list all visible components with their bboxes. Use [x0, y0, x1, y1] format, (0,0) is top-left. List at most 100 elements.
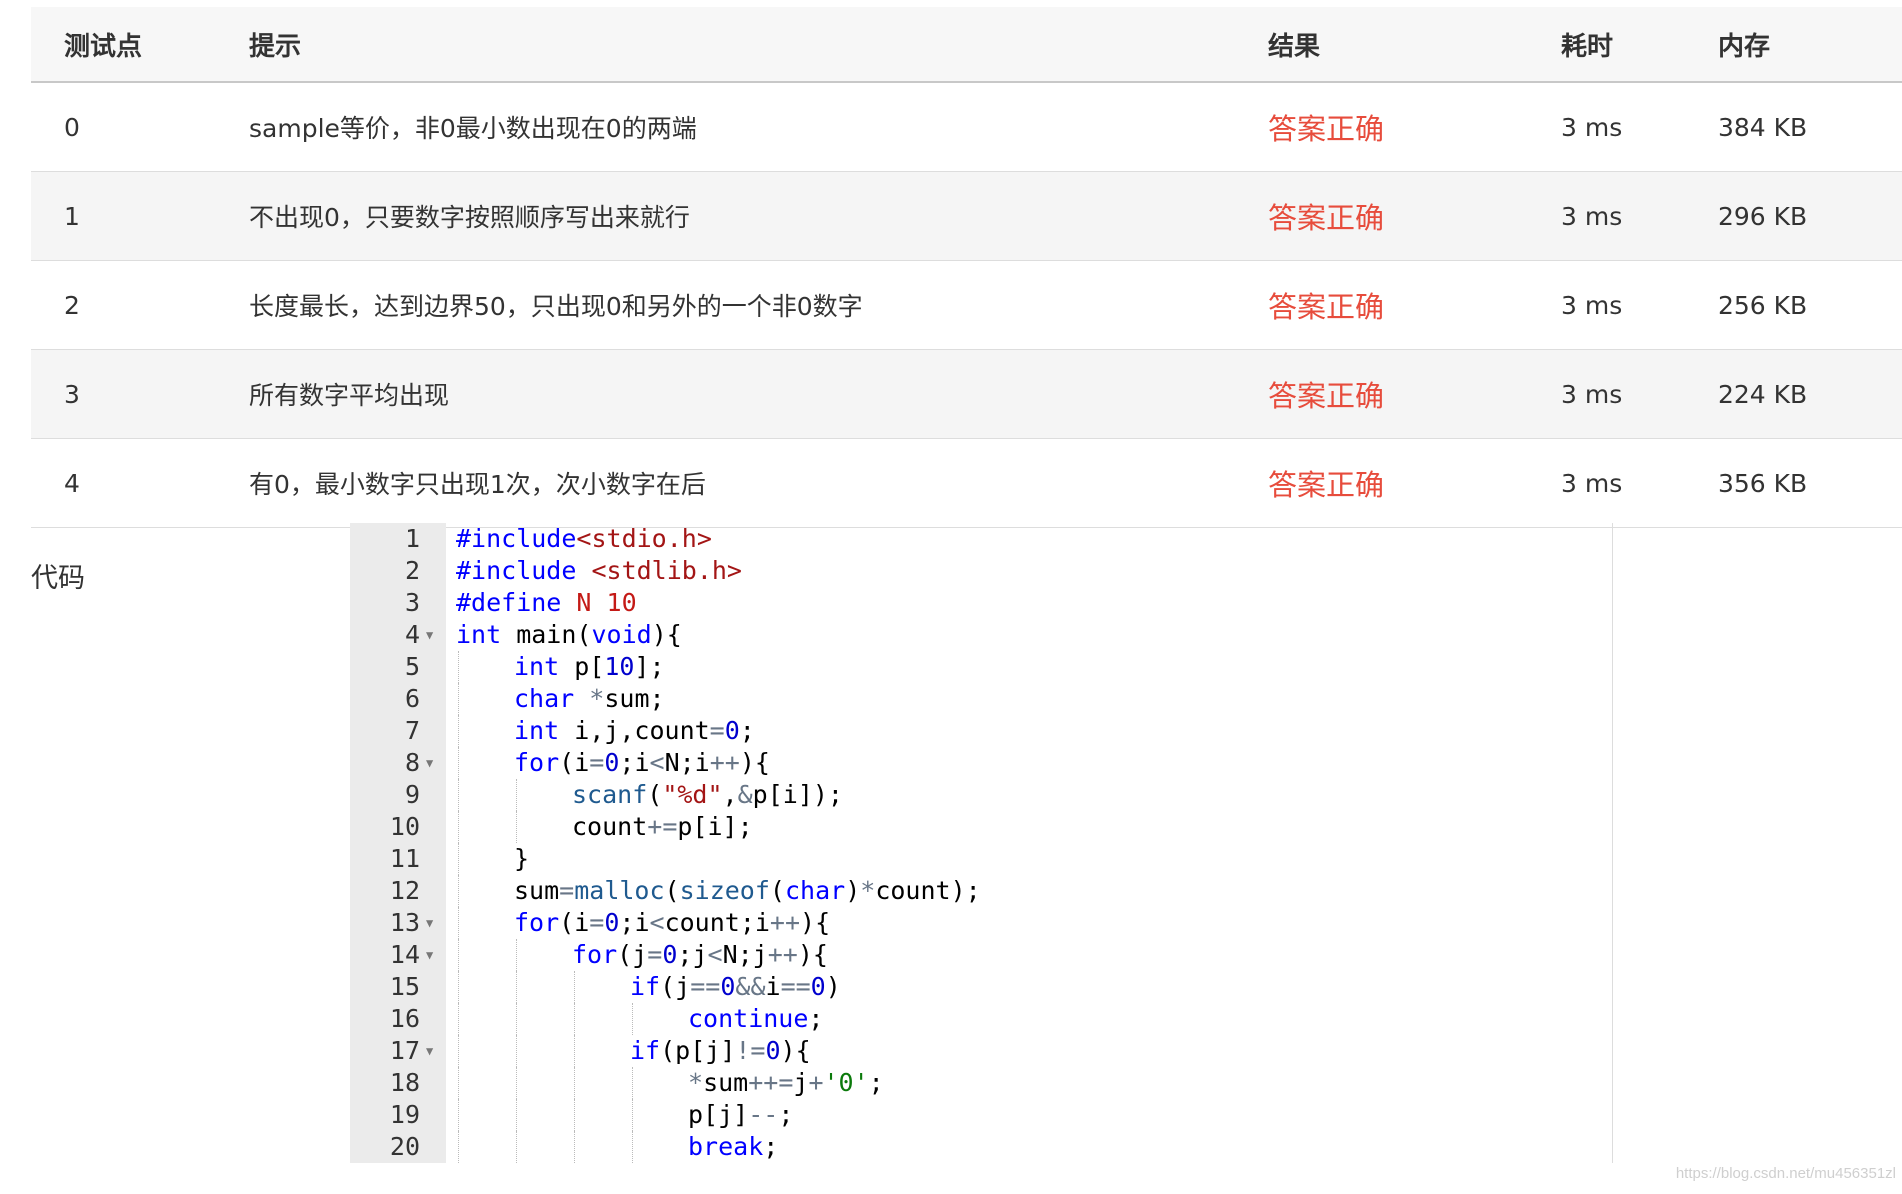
- line-number: 14: [389, 940, 420, 969]
- row-hint: 长度最长，达到边界50，只出现0和另外的一个非0数字: [249, 292, 863, 321]
- line-number: 10: [389, 812, 420, 841]
- row-hint: 有0，最小数字只出现1次，次小数字在后: [249, 470, 706, 499]
- row-memory: 256 KB: [1718, 290, 1808, 320]
- code-text: for(i=0;i<N;i++){: [514, 748, 770, 777]
- indent-guide: [458, 715, 459, 747]
- indent-guide: [458, 811, 459, 843]
- row-time: 3 ms: [1561, 468, 1623, 498]
- code-text: count+=p[i];: [572, 812, 753, 841]
- line-number: 18: [389, 1068, 420, 1097]
- indent-guide: [632, 1099, 633, 1131]
- code-line: 13 ▼ for(i=0;i<count;i++){: [350, 907, 1612, 939]
- row-result: 答案正确: [1268, 468, 1385, 502]
- row-hint: sample等价，非0最小数出现在0的两端: [249, 114, 697, 143]
- line-number: 2: [404, 556, 420, 585]
- row-point: 3: [64, 379, 80, 409]
- indent-guide: [574, 1003, 575, 1035]
- fold-arrow-icon[interactable]: ▼: [426, 1035, 433, 1067]
- row-time: 3 ms: [1561, 201, 1623, 231]
- row-time: 3 ms: [1561, 112, 1623, 142]
- indent-guide: [516, 1067, 517, 1099]
- row-hint: 所有数字平均出现: [249, 381, 450, 410]
- watermark: https://blog.csdn.net/mu456351zl: [1675, 1165, 1896, 1182]
- table-row: 0 sample等价，非0最小数出现在0的两端 答案正确 3 ms 384 KB: [31, 83, 1902, 172]
- row-time: 3 ms: [1561, 290, 1623, 320]
- row-result: 答案正确: [1268, 201, 1385, 235]
- indent-guide: [458, 907, 459, 939]
- indent-guide: [458, 683, 459, 715]
- indent-guide: [458, 1131, 459, 1163]
- indent-guide: [516, 1035, 517, 1067]
- indent-guide: [516, 811, 517, 843]
- line-number: 6: [404, 684, 420, 713]
- indent-guide: [516, 1003, 517, 1035]
- code-text: p[j]--;: [688, 1100, 794, 1129]
- indent-guide: [574, 1035, 575, 1067]
- indent-guide: [516, 1099, 517, 1131]
- row-hint: 不出现0，只要数字按照顺序写出来就行: [249, 203, 690, 232]
- line-number: 16: [389, 1004, 420, 1033]
- line-number: 15: [389, 972, 420, 1001]
- indent-guide: [516, 939, 517, 971]
- code-text: }: [514, 844, 530, 873]
- line-number: 17: [389, 1036, 420, 1065]
- indent-guide: [574, 971, 575, 1003]
- fold-arrow-icon[interactable]: ▼: [426, 939, 433, 971]
- indent-guide: [458, 1067, 459, 1099]
- code-line: 18 *sum++=j+'0';: [350, 1067, 1612, 1099]
- code-text: continue;: [688, 1004, 824, 1033]
- row-memory: 296 KB: [1718, 201, 1808, 231]
- code-line: 7 int i,j,count=0;: [350, 715, 1612, 747]
- code-text: int p[10];: [514, 652, 665, 681]
- row-result: 答案正确: [1268, 112, 1385, 146]
- table-header: 测试点 提示 结果 耗时 内存: [31, 7, 1902, 83]
- code-line: 17 ▼ if(p[j]!=0){: [350, 1035, 1612, 1067]
- code-text: #include <stdlib.h>: [456, 556, 742, 585]
- line-number: 11: [389, 844, 420, 873]
- table-row: 3 所有数字平均出现 答案正确 3 ms 224 KB: [31, 350, 1902, 439]
- row-point: 0: [64, 112, 80, 142]
- line-number: 1: [404, 524, 420, 553]
- fold-arrow-icon[interactable]: ▼: [426, 747, 433, 779]
- row-point: 1: [64, 201, 80, 231]
- code-viewer[interactable]: 1 #include<stdio.h> 2 #include <stdlib.h> 3 #…: [350, 523, 1613, 1163]
- table-row: 2 长度最长，达到边界50，只出现0和另外的一个非0数字 答案正确 3 ms 2…: [31, 261, 1902, 350]
- code-lines: 1 #include<stdio.h> 2 #include <stdlib.h> 3 #…: [350, 523, 1612, 1163]
- indent-guide: [458, 875, 459, 907]
- fold-arrow-icon[interactable]: ▼: [426, 907, 433, 939]
- row-time: 3 ms: [1561, 379, 1623, 409]
- header-hint: 提示: [249, 31, 302, 62]
- header-memory: 内存: [1718, 31, 1771, 62]
- header-result: 结果: [1268, 31, 1321, 62]
- test-results-table: 测试点 提示 结果 耗时 内存 0 sample等价，非0最小数出现在0的两端 …: [31, 7, 1902, 528]
- line-number: 13: [389, 908, 420, 937]
- code-text: #define N 10: [456, 588, 637, 617]
- indent-guide: [458, 1003, 459, 1035]
- table-row: 1 不出现0，只要数字按照顺序写出来就行 答案正确 3 ms 296 KB: [31, 172, 1902, 261]
- indent-guide: [458, 971, 459, 1003]
- code-line: 10 count+=p[i];: [350, 811, 1612, 843]
- indent-guide: [516, 779, 517, 811]
- line-number: 4: [404, 620, 420, 649]
- row-memory: 384 KB: [1718, 112, 1808, 142]
- indent-guide: [458, 939, 459, 971]
- indent-guide: [632, 1131, 633, 1163]
- code-line: 9 scanf("%d",&p[i]);: [350, 779, 1612, 811]
- code-line: 3 #define N 10: [350, 587, 1612, 619]
- code-text: #include<stdio.h>: [456, 524, 712, 553]
- fold-arrow-icon[interactable]: ▼: [426, 619, 433, 651]
- code-text: int i,j,count=0;: [514, 716, 755, 745]
- line-number: 20: [389, 1132, 420, 1161]
- indent-guide: [632, 1003, 633, 1035]
- code-line: 8 ▼ for(i=0;i<N;i++){: [350, 747, 1612, 779]
- row-result: 答案正确: [1268, 290, 1385, 324]
- indent-guide: [516, 971, 517, 1003]
- code-text: scanf("%d",&p[i]);: [572, 780, 843, 809]
- indent-guide: [458, 747, 459, 779]
- line-number: 9: [404, 780, 420, 809]
- indent-guide: [458, 779, 459, 811]
- code-section-label: 代码: [31, 563, 85, 594]
- code-line: 20 break;: [350, 1131, 1612, 1163]
- indent-guide: [458, 1035, 459, 1067]
- code-text: int main(void){: [456, 620, 682, 649]
